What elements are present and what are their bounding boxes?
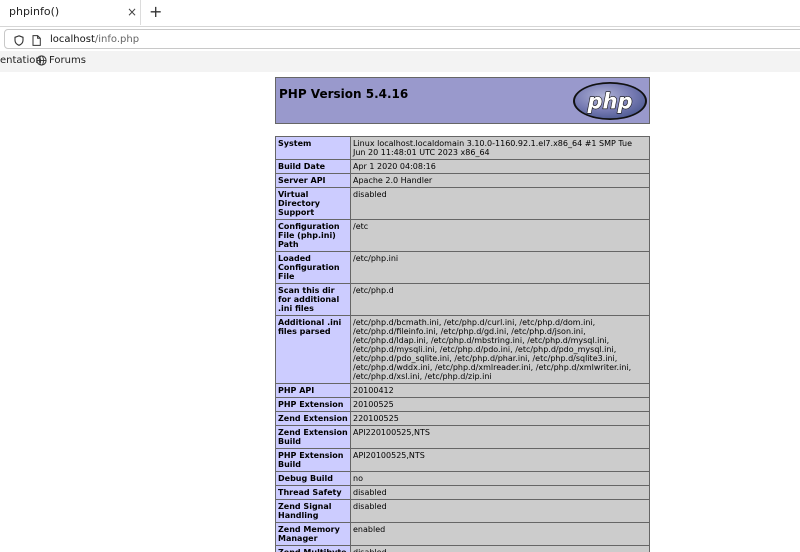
row-value: no [350, 471, 650, 486]
table-row: Configuration File (php.ini) Path/etc [275, 219, 650, 252]
table-row: PHP Extension Build API20100525,NTS [275, 448, 650, 472]
page-content: PHP Version 5.4.16 php System Linux local… [0, 72, 800, 552]
row-value: /etc/php.d [350, 283, 650, 316]
url-path: /info.php [94, 34, 140, 45]
php-header: PHP Version 5.4.16 php [275, 77, 650, 124]
row-key: Virtual Directory Support [275, 187, 351, 220]
table-row: Virtual Directory Support disabled [275, 187, 650, 220]
row-key: PHP Extension Build [275, 448, 351, 472]
row-value: disabled [350, 499, 650, 523]
tab-phpinfo[interactable]: phpinfo() × [0, 0, 141, 25]
table-row: Server API Apache 2.0 Handler [275, 173, 650, 188]
row-key: Additional .ini files parsed [275, 315, 351, 384]
table-row: Zend Memory Manager enabled [275, 522, 650, 546]
row-key: Loaded Configuration File [275, 251, 351, 284]
bookmarks-bar: entation Forums [0, 51, 800, 73]
table-row: Scan this dir for additional .ini files /… [275, 283, 650, 316]
table-row: PHP API 20100412 [275, 383, 650, 398]
tab-close-icon[interactable]: × [127, 5, 137, 19]
table-row: Zend Multibyte Supportdisabled [275, 545, 650, 552]
row-key: Build Date [275, 159, 351, 174]
row-value: disabled [350, 187, 650, 220]
row-value: /etc/php.ini [350, 251, 650, 284]
tab-title: phpinfo() [9, 5, 60, 18]
row-value: disabled [350, 485, 650, 500]
shield-icon[interactable] [14, 35, 24, 46]
new-tab-button[interactable]: + [149, 3, 162, 21]
table-row: Zend Extension 220100525 [275, 411, 650, 426]
row-value: /etc/php.d/bcmath.ini, /etc/php.d/curl.i… [350, 315, 650, 384]
table-row: PHP Extension 20100525 [275, 397, 650, 412]
row-key: Scan this dir for additional .ini files [275, 283, 351, 316]
page-icon[interactable] [32, 35, 41, 46]
row-value: 20100412 [350, 383, 650, 398]
tab-bar: phpinfo() × + [0, 0, 800, 26]
row-value: API220100525,NTS [350, 425, 650, 449]
php-logo-text: php [586, 90, 632, 114]
row-value: Linux localhost.localdomain 3.10.0-1160.… [350, 136, 650, 160]
table-row: Thread Safety disabled [275, 485, 650, 500]
url-bar[interactable]: localhost/info.php [4, 29, 800, 49]
table-row: Loaded Configuration File/etc/php.ini [275, 251, 650, 284]
table-row: Build Date Apr 1 2020 04:08:16 [275, 159, 650, 174]
row-key: PHP Extension [275, 397, 351, 412]
bookmark-forums[interactable]: Forums [49, 55, 86, 66]
row-key: Zend Signal Handling [275, 499, 351, 523]
row-key: Server API [275, 173, 351, 188]
row-value: API20100525,NTS [350, 448, 650, 472]
table-row: Zend Signal Handling disabled [275, 499, 650, 523]
row-key: Thread Safety [275, 485, 351, 500]
row-value: Apache 2.0 Handler [350, 173, 650, 188]
row-key: PHP API [275, 383, 351, 398]
row-key: Zend Extension [275, 411, 351, 426]
table-row: Debug Build no [275, 471, 650, 486]
url-text[interactable]: localhost/info.php [50, 34, 139, 45]
row-value: enabled [350, 522, 650, 546]
table-row: Zend Extension Build API220100525,NTS [275, 425, 650, 449]
row-key: Zend Memory Manager [275, 522, 351, 546]
row-value: /etc [350, 219, 650, 252]
row-key: Debug Build [275, 471, 351, 486]
row-value: 220100525 [350, 411, 650, 426]
row-key: Configuration File (php.ini) Path [275, 219, 351, 252]
table-row: Additional .ini files parsed/etc/php.d/b… [275, 315, 650, 384]
url-host: localhost [50, 34, 95, 45]
page-title: PHP Version 5.4.16 [279, 87, 409, 101]
row-key: System [275, 136, 351, 160]
row-value: 20100525 [350, 397, 650, 412]
table-row: System Linux localhost.localdomain 3.10.0… [275, 136, 650, 160]
row-key: Zend Multibyte Support [275, 545, 351, 552]
row-key: Zend Extension Build [275, 425, 351, 449]
php-info-table: System Linux localhost.localdomain 3.10.0… [275, 136, 650, 552]
nav-bar: localhost/info.php [0, 26, 800, 52]
row-value: disabled [350, 545, 650, 552]
globe-icon [36, 55, 47, 66]
row-value: Apr 1 2020 04:08:16 [350, 159, 650, 174]
php-logo[interactable]: php [572, 81, 648, 121]
